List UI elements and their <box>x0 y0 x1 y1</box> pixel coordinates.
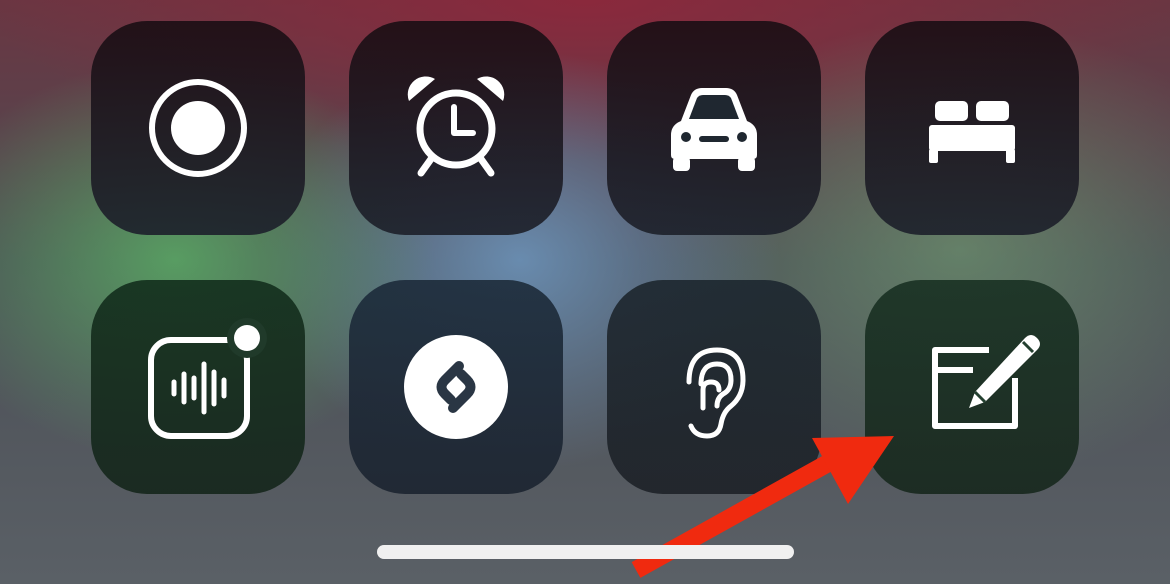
home-indicator[interactable] <box>377 545 794 559</box>
red-arrow-icon <box>631 436 894 578</box>
